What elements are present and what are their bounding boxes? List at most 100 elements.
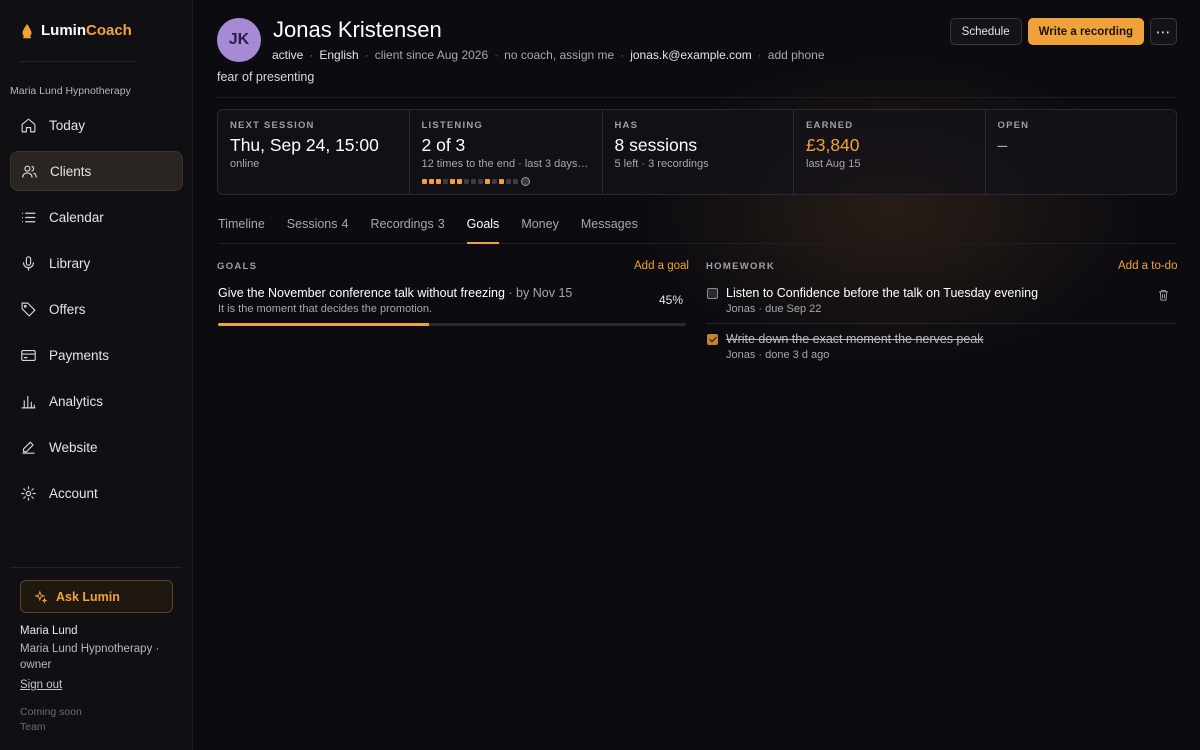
- tab-recordings[interactable]: Recordings 3: [370, 217, 444, 244]
- sidebar-item-account[interactable]: Account: [10, 473, 183, 513]
- sidebar-item-offers[interactable]: Offers: [10, 289, 183, 329]
- progress-pip: [470, 179, 476, 184]
- stat-earned[interactable]: EARNED £3,840 last Aug 15: [794, 110, 986, 194]
- tab-timeline[interactable]: Timeline: [218, 217, 265, 244]
- stat-sub: last Aug 15: [806, 158, 861, 170]
- goal-title[interactable]: Give the November conference talk withou…: [218, 286, 572, 300]
- todo-meta: Jonas · due Sep 22: [726, 303, 822, 315]
- progress-pip: [463, 179, 469, 184]
- stat-value: 8 sessions: [614, 135, 698, 155]
- coming-soon-label: Coming soon: [20, 706, 82, 718]
- sidebar: LuminCoach Maria Lund Hypnotherapy Today…: [0, 0, 193, 750]
- more-options-icon[interactable]: ⋯: [1150, 18, 1177, 45]
- assign-coach-link[interactable]: no coach, assign me: [504, 48, 614, 62]
- todo-checkbox-checked[interactable]: [707, 334, 718, 345]
- status-text: active: [272, 48, 304, 62]
- sidebar-item-calendar[interactable]: Calendar: [10, 197, 183, 237]
- header-actions: Schedule Write a recording ⋯: [949, 18, 1177, 45]
- ask-lumin-label: Ask Lumin: [56, 589, 120, 604]
- add-goal-link[interactable]: Add a goal: [634, 260, 689, 272]
- tab-label: Messages: [580, 217, 638, 231]
- coming-soon-item-team: Team: [20, 721, 46, 733]
- schedule-button[interactable]: Schedule: [949, 18, 1022, 45]
- trash-icon[interactable]: [1158, 289, 1169, 301]
- separator-dot: ·: [309, 48, 314, 62]
- stat-value: 2 of 3: [421, 135, 466, 155]
- sign-out-link[interactable]: Sign out: [20, 679, 62, 691]
- progress-pip: [498, 179, 504, 184]
- avatar: JK: [217, 18, 261, 62]
- client-detail: JK Jonas Kristensen active · English · c…: [193, 0, 1200, 750]
- write-recording-button[interactable]: Write a recording: [1027, 18, 1144, 45]
- stat-has[interactable]: HAS 8 sessions 5 left · 3 recordings: [603, 110, 794, 194]
- tab-count: 3: [437, 217, 445, 231]
- goal-description: It is the moment that decides the promot…: [218, 303, 433, 315]
- stat-label: EARNED: [806, 120, 854, 131]
- sidebar-item-payments[interactable]: Payments: [10, 335, 183, 375]
- todo-title: Write down the exact moment the nerves p…: [726, 332, 984, 346]
- sidebar-item-today[interactable]: Today: [10, 105, 183, 145]
- ask-lumin-button[interactable]: Ask Lumin: [20, 580, 173, 613]
- add-phone-link[interactable]: add phone: [768, 48, 825, 62]
- goals-heading: GOALS: [217, 261, 258, 272]
- edit-icon: [22, 441, 35, 454]
- progress-pip: [477, 179, 483, 184]
- brand-logo[interactable]: LuminCoach: [20, 22, 132, 39]
- add-todo-link[interactable]: Add a to-do: [1118, 260, 1177, 272]
- stat-open[interactable]: OPEN –: [986, 110, 1177, 194]
- todo-checkbox[interactable]: [707, 288, 718, 299]
- stat-next-session[interactable]: NEXT SESSION Thu, Sep 24, 15:00 online: [218, 110, 410, 194]
- separator-dot: ·: [494, 48, 499, 62]
- page-title: Jonas Kristensen: [273, 17, 442, 42]
- microphone-icon: [22, 255, 35, 271]
- tab-money[interactable]: Money: [521, 217, 559, 244]
- tab-count: 4: [341, 217, 349, 231]
- goal-title-text: Give the November conference talk withou…: [218, 286, 505, 300]
- progress-pip: [428, 179, 434, 184]
- stat-value: £3,840: [806, 135, 860, 155]
- sidebar-item-library[interactable]: Library: [10, 243, 183, 283]
- stat-value: –: [997, 135, 1008, 155]
- email-link[interactable]: jonas.k@example.com: [630, 48, 752, 62]
- goal-percent: 45%: [659, 293, 684, 307]
- sidebar-nav: Today Clients Calendar Library Offers Pa…: [10, 105, 183, 519]
- sidebar-item-label: Calendar: [49, 209, 104, 225]
- tab-label: Recordings: [370, 217, 434, 231]
- home-icon: [21, 118, 36, 132]
- user-business-role: Maria Lund Hypnotherapy · owner: [20, 643, 160, 671]
- goal-progress-fill: [218, 323, 429, 326]
- language-text: English: [319, 48, 359, 62]
- sidebar-item-label: Account: [49, 485, 98, 501]
- logo-drop-icon: [22, 23, 32, 38]
- sidebar-item-label: Offers: [49, 301, 86, 317]
- progress-pip: [491, 179, 497, 184]
- business-name: Maria Lund Hypnotherapy: [10, 85, 131, 97]
- sidebar-item-clients[interactable]: Clients: [10, 151, 183, 191]
- users-icon: [22, 165, 37, 178]
- sidebar-item-label: Analytics: [49, 393, 104, 409]
- tab-messages[interactable]: Messages: [581, 217, 638, 244]
- progress-pip: [449, 179, 455, 184]
- tab-sessions[interactable]: Sessions 4: [287, 217, 349, 244]
- client-topic: fear of presenting: [217, 70, 315, 84]
- goal-progress-bar: [218, 323, 686, 326]
- client-since-text: client since Aug 2026: [374, 48, 489, 62]
- client-tabs: Timeline Sessions 4 Recordings 3 Goals Mon…: [218, 217, 1177, 244]
- stat-listening[interactable]: LISTENING 2 of 3 12 times to the end · l…: [410, 110, 603, 194]
- progress-pip: [442, 179, 448, 184]
- homework-heading: HOMEWORK: [706, 261, 775, 272]
- listening-progress-pips: [421, 177, 590, 186]
- goal-due: · by Nov 15: [504, 286, 573, 300]
- sidebar-item-label: Today: [49, 117, 86, 133]
- user-name: Maria Lund: [20, 625, 78, 637]
- progress-pip: [435, 179, 441, 184]
- sidebar-item-analytics[interactable]: Analytics: [10, 381, 183, 421]
- separator-dot: ·: [757, 48, 762, 62]
- app-shell: LuminCoach Maria Lund Hypnotherapy Today…: [0, 0, 1200, 750]
- tab-goals[interactable]: Goals: [466, 217, 500, 244]
- sidebar-item-website[interactable]: Website: [10, 427, 183, 467]
- todo-meta: Jonas · done 3 d ago: [726, 349, 830, 361]
- gear-icon: [21, 485, 36, 501]
- sidebar-divider: [20, 61, 136, 62]
- sidebar-item-label: Clients: [50, 163, 92, 179]
